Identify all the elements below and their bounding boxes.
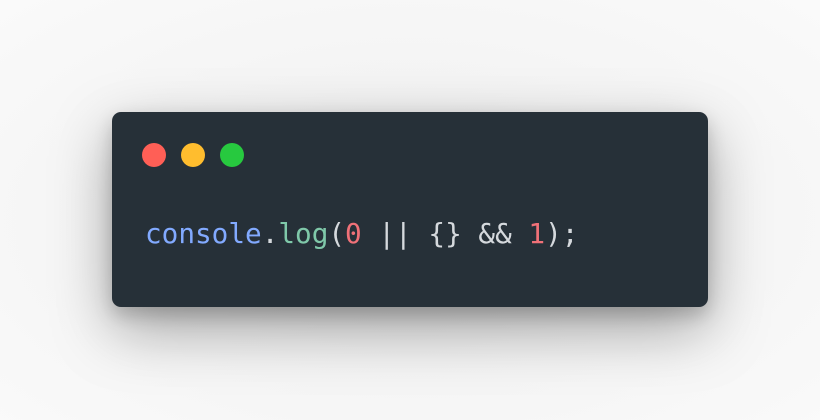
token-console: console (145, 217, 262, 250)
code-window: console.log(0 || {} && 1); (112, 112, 708, 307)
token-close-paren-semicolon: ); (545, 217, 579, 250)
close-dot-icon[interactable] (142, 143, 166, 167)
code-line: console.log(0 || {} && 1); (145, 220, 578, 248)
window-controls (142, 143, 244, 167)
token-open-paren: ( (328, 217, 346, 250)
maximize-dot-icon[interactable] (220, 143, 244, 167)
token-log: log (278, 217, 329, 250)
token-operators: || {} && (361, 217, 529, 250)
token-dot: . (261, 217, 279, 250)
token-zero: 0 (345, 217, 362, 250)
token-one: 1 (528, 217, 546, 250)
minimize-dot-icon[interactable] (181, 143, 205, 167)
